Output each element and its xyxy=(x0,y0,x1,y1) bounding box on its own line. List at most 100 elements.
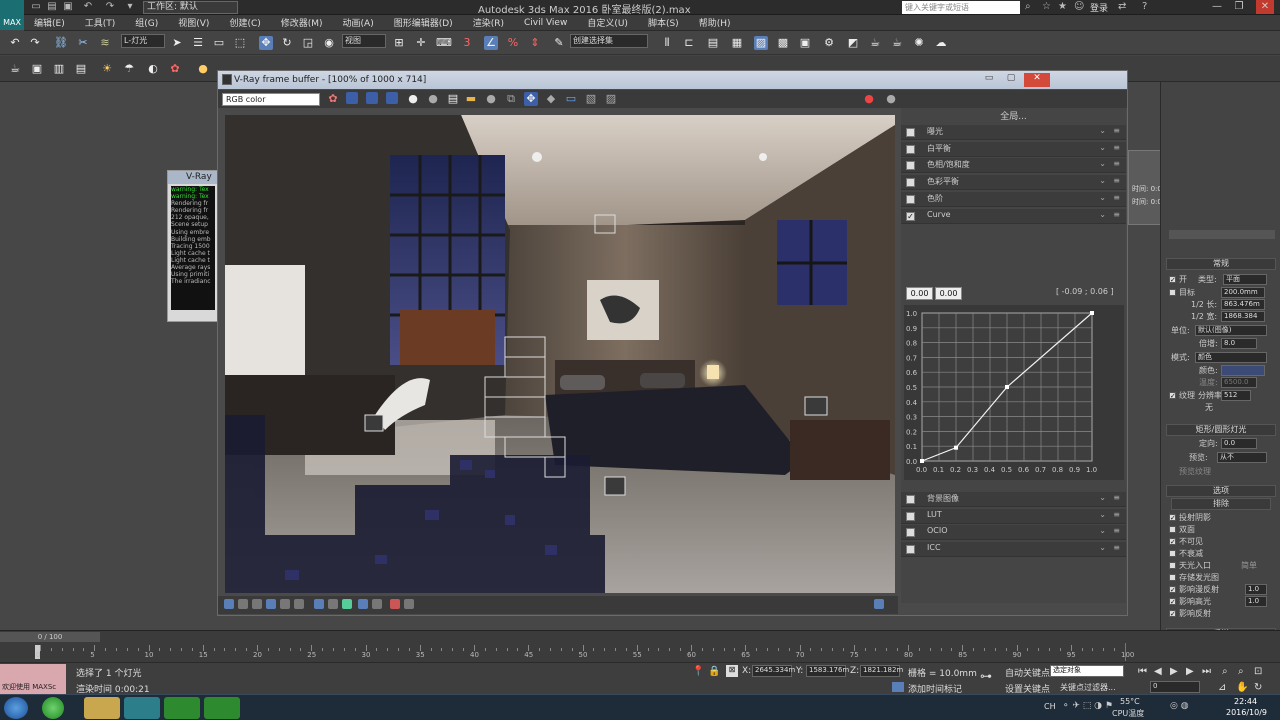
selected-object-select[interactable]: 选定对象 xyxy=(1050,665,1124,677)
explorer-taskbar-icon[interactable] xyxy=(84,697,120,719)
type-select[interactable]: 平面 xyxy=(1223,274,1267,285)
chevron-down-icon[interactable]: ⌄ xyxy=(1099,126,1106,135)
options-rollout-header[interactable]: 选项 xyxy=(1166,485,1276,497)
select-manipulate-icon[interactable]: ✛ xyxy=(414,36,428,50)
render-iterative-icon[interactable]: ☕ xyxy=(890,36,904,50)
exclude-button[interactable]: 排除 xyxy=(1171,498,1271,510)
curve-control-point[interactable] xyxy=(920,459,924,463)
minimize-button[interactable]: — xyxy=(1208,0,1226,14)
app-logo[interactable]: MAX xyxy=(0,0,24,30)
chevron-down-icon[interactable]: ⌄ xyxy=(1099,159,1106,168)
exposure-icon[interactable] xyxy=(280,599,290,609)
blue-channel-icon[interactable] xyxy=(386,92,398,104)
vfb-close-button[interactable]: ✕ xyxy=(1024,73,1050,87)
undo-icon[interactable]: ↶ xyxy=(82,1,94,13)
layer-menu-icon[interactable]: ≡ xyxy=(1113,543,1120,552)
timeline[interactable]: 0 / 100 0 5 10 15 20 25 30 35 40 45 50 55 60 65 70 75 80… xyxy=(0,630,1280,662)
directional-field[interactable]: 0.0 xyxy=(1221,438,1257,449)
new-file-icon[interactable]: ▭ xyxy=(30,1,42,13)
edit-named-selection-icon[interactable]: ✎ xyxy=(552,36,566,50)
color-corrections-icon[interactable] xyxy=(238,599,248,609)
browser-taskbar-icon[interactable] xyxy=(42,697,64,719)
select-move-icon[interactable]: ✥ xyxy=(259,36,273,50)
layer-checkbox[interactable] xyxy=(906,511,915,521)
app-c2-taskbar-icon[interactable] xyxy=(204,697,240,719)
multiplier-field[interactable]: 8.0 xyxy=(1221,338,1257,349)
half-width-field[interactable]: 1868.384 xyxy=(1221,311,1265,322)
layer-checkbox[interactable] xyxy=(906,144,915,154)
load-image-icon[interactable]: ▬ xyxy=(464,92,478,106)
window-crossing-icon[interactable]: ⬚ xyxy=(233,36,247,50)
bookmark-icon[interactable]: ☆ xyxy=(1042,1,1051,12)
select-object-icon[interactable]: ➤ xyxy=(170,36,184,50)
chevron-down-icon[interactable]: ⌄ xyxy=(1099,143,1106,152)
vray-render-icon[interactable]: ▤ xyxy=(74,62,88,76)
vfb-minimize-button[interactable]: ▭ xyxy=(980,73,998,87)
workspace-select[interactable]: 工作区: 默认 xyxy=(143,1,238,14)
render-in-cloud-icon[interactable]: ☁ xyxy=(934,36,948,50)
percent-snap-icon[interactable]: % xyxy=(506,36,520,50)
menu-edit[interactable]: 编辑(E) xyxy=(24,16,75,29)
snaps-toggle-icon[interactable]: 3 xyxy=(460,36,474,50)
start-button[interactable] xyxy=(4,697,28,719)
test-resolution-icon[interactable] xyxy=(390,599,400,609)
timeline-ruler[interactable]: 0 5 10 15 20 25 30 35 40 45 50 55 60 65 70 75 80 85 90 95 10… xyxy=(36,643,1134,661)
auto-key-button[interactable]: 自动关键点 xyxy=(1005,666,1050,679)
cc-layer-2[interactable]: 色相/饱和度 ⌄ ≡ xyxy=(901,158,1126,174)
close-button[interactable]: ✕ xyxy=(1256,0,1274,14)
render-production-icon[interactable]: ☕ xyxy=(868,36,882,50)
pan-icon[interactable] xyxy=(874,599,884,609)
layer-explorer-icon[interactable]: ▤ xyxy=(706,36,720,50)
chevron-down-icon[interactable]: ⌄ xyxy=(1099,210,1106,219)
curve-graph[interactable]: 1.0 0.9 0.8 0.7 0.6 0.5 0.4 0.3 0.2 0.1 0.00.0 0.1 0… xyxy=(904,305,1124,480)
cc-layer-1[interactable]: 白平衡 ⌄ ≡ xyxy=(901,141,1126,157)
curve-output-field[interactable]: 0.00 xyxy=(935,287,962,300)
graphite-ribbon-icon[interactable]: ▦ xyxy=(730,36,744,50)
teapot-icon[interactable]: ☕ xyxy=(8,62,22,76)
key-icon[interactable]: ⊶ xyxy=(980,669,992,683)
named-selection-select[interactable]: 创建选择集 xyxy=(570,34,648,48)
option-checkbox[interactable] xyxy=(1169,562,1176,569)
lens-icon[interactable] xyxy=(404,599,414,609)
cc-layer-bottom-1[interactable]: LUT ⌄ ≡ xyxy=(901,508,1126,524)
frame-buffer-icon[interactable]: ▣ xyxy=(30,62,44,76)
channel-select[interactable]: RGB color xyxy=(222,93,320,106)
half-length-field[interactable]: 863.476m xyxy=(1221,299,1265,310)
next-frame-icon[interactable]: ▶ xyxy=(1186,666,1194,677)
history-icon-2[interactable] xyxy=(372,599,382,609)
place-icon[interactable]: ◉ xyxy=(322,36,336,50)
stamp-icon[interactable] xyxy=(358,599,368,609)
zoom-icon[interactable]: ⌕ xyxy=(1222,666,1228,677)
input-language[interactable]: CH xyxy=(1044,702,1056,711)
region-render-icon[interactable]: ◆ xyxy=(544,92,558,106)
search-icon[interactable]: ⌕ xyxy=(1025,1,1031,12)
ab-compare-icon[interactable] xyxy=(342,599,352,609)
layer-checkbox[interactable] xyxy=(906,161,915,171)
curve-icon[interactable] xyxy=(266,599,276,609)
general-rollout-header[interactable]: 常规 xyxy=(1166,258,1276,270)
option-checkbox[interactable]: ✓ xyxy=(1169,538,1176,546)
option-checkbox[interactable]: ✓ xyxy=(1169,598,1176,606)
save-image-icon[interactable]: ▤ xyxy=(446,92,460,106)
curve-editor[interactable]: 1.0 0.9 0.8 0.7 0.6 0.5 0.4 0.3 0.2 0.1 0.0 0.0 0.1 0… xyxy=(904,305,1124,480)
lock-icon[interactable]: 🔒 xyxy=(708,666,720,677)
option-checkbox[interactable] xyxy=(1169,574,1176,581)
exchange-icon[interactable]: ⇄ xyxy=(1118,1,1126,12)
help-icon[interactable]: ? xyxy=(1142,1,1147,12)
prev-frame-icon[interactable]: ◀ xyxy=(1154,666,1162,677)
layer-checkbox[interactable] xyxy=(906,194,915,204)
layer-menu-icon[interactable]: ≡ xyxy=(1113,126,1120,135)
srgb-icon[interactable] xyxy=(294,599,304,609)
pan-view-icon[interactable]: ✋ xyxy=(1236,682,1248,693)
schematic-view-icon[interactable]: ▩ xyxy=(776,36,790,50)
vray-mtl-icon[interactable]: ▥ xyxy=(52,62,66,76)
redo-icon[interactable]: ↷ xyxy=(104,1,116,13)
menu-civil-view[interactable]: Civil View xyxy=(514,18,577,28)
play-icon[interactable]: ▶ xyxy=(1170,666,1178,677)
cc-layer-4[interactable]: 色阶 ⌄ ≡ xyxy=(901,191,1126,207)
selection-filter-select[interactable]: L-灯光 xyxy=(121,34,165,48)
key-filters-button[interactable]: 关键点过滤器... xyxy=(1060,682,1116,693)
redo-icon[interactable]: ↷ xyxy=(28,36,42,50)
menu-views[interactable]: 视图(V) xyxy=(168,16,219,29)
on-checkbox[interactable]: ✓ xyxy=(1169,276,1176,284)
